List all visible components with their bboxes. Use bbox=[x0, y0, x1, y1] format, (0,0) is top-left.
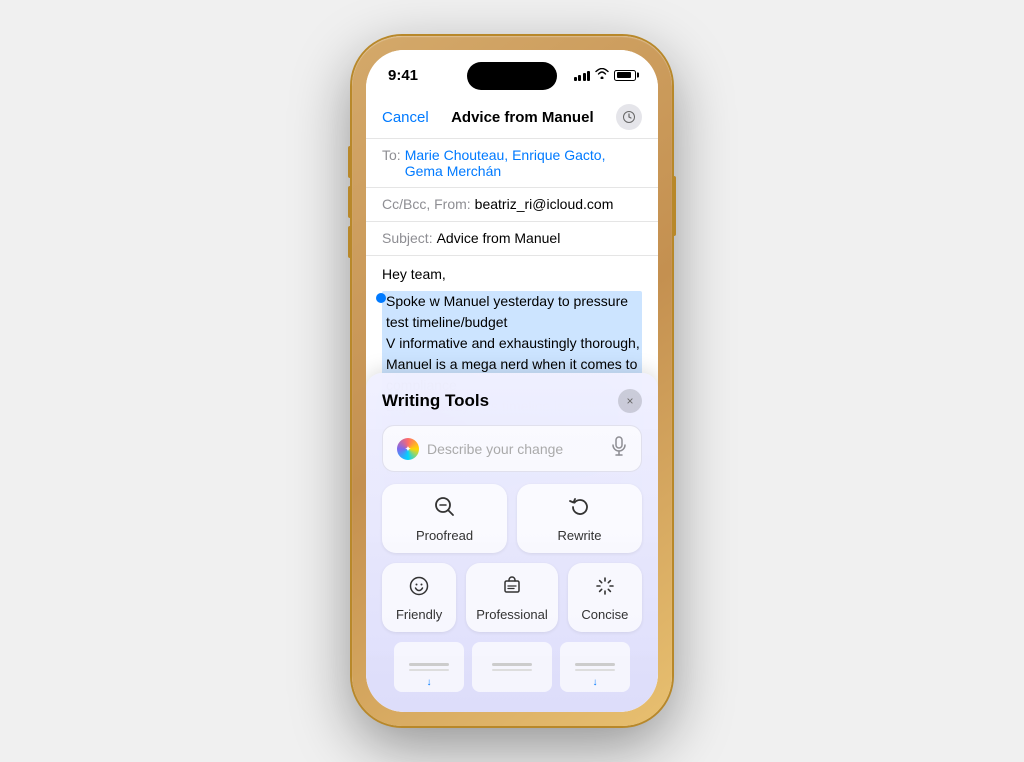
panel-title: Writing Tools bbox=[382, 391, 489, 411]
thumbnail-1[interactable]: ↓ bbox=[394, 642, 464, 692]
thumbnail-row: ↓ ↓ bbox=[382, 642, 642, 692]
status-time: 9:41 bbox=[388, 67, 418, 84]
cancel-button[interactable]: Cancel bbox=[382, 109, 429, 126]
to-value[interactable]: Marie Chouteau, Enrique Gacto, Gema Merc… bbox=[405, 147, 642, 179]
friendly-label: Friendly bbox=[396, 607, 442, 622]
cc-label: Cc/Bcc, From: bbox=[382, 196, 471, 212]
close-button[interactable]: × bbox=[618, 389, 642, 413]
wifi-icon bbox=[595, 68, 609, 82]
to-label: To: bbox=[382, 147, 401, 163]
compose-title: Advice from Manuel bbox=[451, 109, 594, 126]
professional-label: Professional bbox=[476, 607, 548, 622]
phone-mockup: 9:41 bbox=[352, 36, 672, 726]
cc-value[interactable]: beatriz_ri@icloud.com bbox=[475, 196, 642, 212]
microphone-icon[interactable] bbox=[611, 436, 627, 461]
friendly-button[interactable]: Friendly bbox=[382, 563, 456, 632]
panel-header: Writing Tools × bbox=[382, 389, 642, 413]
rewrite-icon bbox=[569, 496, 591, 522]
battery-icon bbox=[614, 70, 636, 81]
signal-bars-icon bbox=[574, 69, 591, 81]
phone-screen: 9:41 bbox=[366, 50, 658, 712]
thumbnail-2[interactable] bbox=[472, 642, 552, 692]
proofread-icon bbox=[434, 496, 456, 522]
subject-label: Subject: bbox=[382, 230, 433, 246]
concise-label: Concise bbox=[581, 607, 628, 622]
professional-icon bbox=[501, 575, 523, 601]
main-tools-row: Proofread Rewrite bbox=[382, 484, 642, 553]
thumbnail-3[interactable]: ↓ bbox=[560, 642, 630, 692]
selection-handle bbox=[376, 293, 386, 303]
proofread-button[interactable]: Proofread bbox=[382, 484, 507, 553]
describe-input-container[interactable]: Describe your change bbox=[382, 425, 642, 472]
dynamic-island bbox=[467, 62, 557, 90]
thumb-arrow-1: ↓ bbox=[427, 677, 432, 688]
friendly-icon bbox=[408, 575, 430, 601]
writing-tools-panel: Writing Tools × Describe your change bbox=[366, 373, 658, 712]
email-greeting: Hey team, bbox=[382, 264, 642, 285]
subject-field: Subject: Advice from Manuel bbox=[366, 222, 658, 256]
concise-icon bbox=[594, 575, 616, 601]
concise-button[interactable]: Concise bbox=[568, 563, 642, 632]
professional-button[interactable]: Professional bbox=[466, 563, 558, 632]
rewrite-button[interactable]: Rewrite bbox=[517, 484, 642, 553]
subject-value[interactable]: Advice from Manuel bbox=[437, 230, 642, 246]
compose-action-icon[interactable] bbox=[616, 104, 642, 130]
status-icons bbox=[574, 68, 637, 82]
proofread-label: Proofread bbox=[416, 528, 473, 543]
rewrite-label: Rewrite bbox=[557, 528, 601, 543]
thumb-arrow-3: ↓ bbox=[593, 677, 598, 688]
to-field: To: Marie Chouteau, Enrique Gacto, Gema … bbox=[366, 139, 658, 188]
describe-placeholder: Describe your change bbox=[427, 441, 611, 457]
compose-header: Cancel Advice from Manuel bbox=[366, 94, 658, 139]
screen-content: 9:41 bbox=[366, 50, 658, 712]
writing-tools-icon bbox=[397, 438, 419, 460]
cc-field: Cc/Bcc, From: beatriz_ri@icloud.com bbox=[366, 188, 658, 222]
secondary-tools-row: Friendly Professional bbox=[382, 563, 642, 632]
